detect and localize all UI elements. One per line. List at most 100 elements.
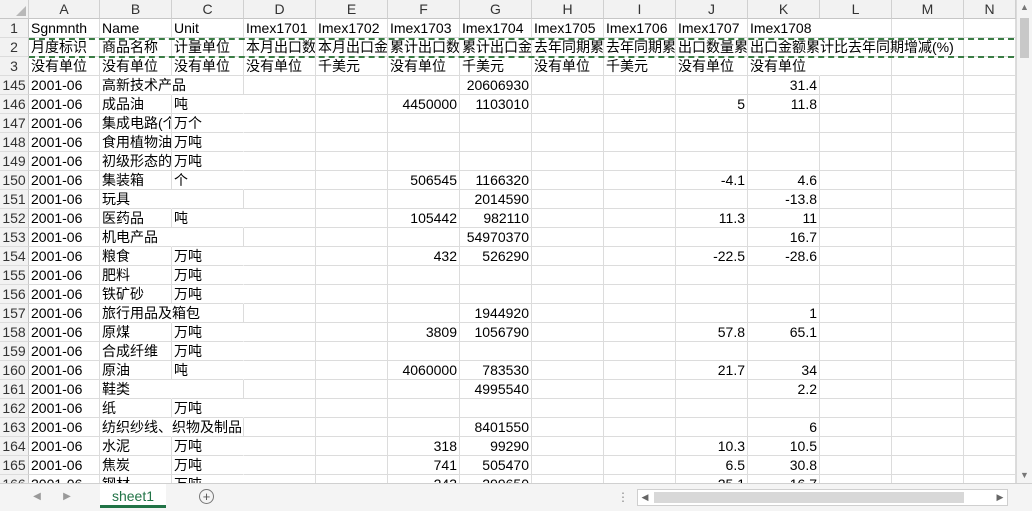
cell-m161[interactable] [892, 380, 964, 399]
cell-l152[interactable] [820, 209, 892, 228]
cell-f166[interactable]: 243 [388, 475, 460, 483]
cell-g154[interactable]: 526290 [460, 247, 532, 266]
cell-h166[interactable] [532, 475, 604, 483]
cell-a156[interactable]: 2001-06 [29, 285, 100, 304]
cell-h153[interactable] [532, 228, 604, 247]
cell-n148[interactable] [964, 133, 1016, 152]
cell-g162[interactable] [460, 399, 532, 418]
cell-m148[interactable] [892, 133, 964, 152]
cell-m145[interactable] [892, 76, 964, 95]
cell-j152[interactable]: 11.3 [676, 209, 748, 228]
cell-c158[interactable]: 万吨 [172, 323, 244, 342]
cell-h157[interactable] [532, 304, 604, 323]
cell-d1[interactable]: Imex1701 [244, 19, 316, 38]
cell-c156[interactable]: 万吨 [172, 285, 244, 304]
cell-i148[interactable] [604, 133, 676, 152]
cell-f149[interactable] [388, 152, 460, 171]
cell-c155[interactable]: 万吨 [172, 266, 244, 285]
cell-k159[interactable] [748, 342, 820, 361]
cell-g152[interactable]: 982110 [460, 209, 532, 228]
cell-g157[interactable]: 1944920 [460, 304, 532, 323]
cell-e165[interactable] [316, 456, 388, 475]
cell-f162[interactable] [388, 399, 460, 418]
cell-d165[interactable] [244, 456, 316, 475]
cell-l154[interactable] [820, 247, 892, 266]
cell-j158[interactable]: 57.8 [676, 323, 748, 342]
cell-a150[interactable]: 2001-06 [29, 171, 100, 190]
cell-b1[interactable]: Name [100, 19, 172, 38]
scroll-up-icon[interactable]: ▲ [1017, 0, 1032, 15]
cell-a157[interactable]: 2001-06 [29, 304, 100, 323]
cell-j164[interactable]: 10.3 [676, 437, 748, 456]
cell-g2[interactable]: 累计出口金 [460, 38, 532, 57]
row-number[interactable]: 2 [0, 38, 29, 57]
row-number[interactable]: 148 [0, 133, 29, 152]
cell-a153[interactable]: 2001-06 [29, 228, 100, 247]
cell-b155[interactable]: 肥料 [100, 266, 172, 285]
prev-sheet-icon[interactable]: ◀ [30, 490, 44, 504]
cell-d158[interactable] [244, 323, 316, 342]
cell-e147[interactable] [316, 114, 388, 133]
cell-k160[interactable]: 34 [748, 361, 820, 380]
cell-i147[interactable] [604, 114, 676, 133]
cell-i158[interactable] [604, 323, 676, 342]
cell-e159[interactable] [316, 342, 388, 361]
cell-k166[interactable]: 16.7 [748, 475, 820, 483]
cell-a158[interactable]: 2001-06 [29, 323, 100, 342]
cell-e146[interactable] [316, 95, 388, 114]
cell-h164[interactable] [532, 437, 604, 456]
cell-i157[interactable] [604, 304, 676, 323]
cell-l149[interactable] [820, 152, 892, 171]
cell-i165[interactable] [604, 456, 676, 475]
cell-f157[interactable] [388, 304, 460, 323]
cell-c152[interactable]: 吨 [172, 209, 244, 228]
cell-j2[interactable]: 出口数量累 [676, 38, 748, 57]
cell-j148[interactable] [676, 133, 748, 152]
cell-e166[interactable] [316, 475, 388, 483]
cell-a148[interactable]: 2001-06 [29, 133, 100, 152]
cell-j165[interactable]: 6.5 [676, 456, 748, 475]
cell-k163[interactable]: 6 [748, 418, 820, 437]
cell-m162[interactable] [892, 399, 964, 418]
cell-j166[interactable]: 25.1 [676, 475, 748, 483]
cell-l157[interactable] [820, 304, 892, 323]
cell-m158[interactable] [892, 323, 964, 342]
row-number[interactable]: 147 [0, 114, 29, 133]
scroll-left-icon[interactable]: ◀ [638, 490, 652, 505]
column-header-i[interactable]: I [604, 0, 676, 19]
cell-g164[interactable]: 99290 [460, 437, 532, 456]
cell-n147[interactable] [964, 114, 1016, 133]
cell-m146[interactable] [892, 95, 964, 114]
cell-d145[interactable] [244, 76, 316, 95]
cell-d156[interactable] [244, 285, 316, 304]
cell-d149[interactable] [244, 152, 316, 171]
cell-f1[interactable]: Imex1703 [388, 19, 460, 38]
cell-g147[interactable] [460, 114, 532, 133]
column-header-d[interactable]: D [244, 0, 316, 19]
cell-j161[interactable] [676, 380, 748, 399]
cell-c147[interactable]: 万个 [172, 114, 244, 133]
cell-d164[interactable] [244, 437, 316, 456]
cell-n161[interactable] [964, 380, 1016, 399]
cell-h165[interactable] [532, 456, 604, 475]
cell-c154[interactable]: 万吨 [172, 247, 244, 266]
cell-b157[interactable]: 旅行用品及箱包 [100, 304, 200, 323]
cell-a163[interactable]: 2001-06 [29, 418, 100, 437]
cell-n160[interactable] [964, 361, 1016, 380]
cell-k3[interactable]: 没有单位 [748, 57, 820, 76]
column-header-n[interactable]: N [964, 0, 1016, 19]
add-sheet-icon[interactable]: + [199, 489, 214, 504]
cell-i1[interactable]: Imex1706 [604, 19, 676, 38]
cell-n145[interactable] [964, 76, 1016, 95]
cell-c150[interactable]: 个 [172, 171, 244, 190]
cell-m166[interactable] [892, 475, 964, 483]
cell-e158[interactable] [316, 323, 388, 342]
cell-b3[interactable]: 没有单位 [100, 57, 172, 76]
cell-i164[interactable] [604, 437, 676, 456]
cell-n152[interactable] [964, 209, 1016, 228]
cell-k145[interactable]: 31.4 [748, 76, 820, 95]
cell-f146[interactable]: 4450000 [388, 95, 460, 114]
cell-c153[interactable] [172, 228, 244, 247]
cell-b151[interactable]: 玩具 [100, 190, 172, 209]
cell-h160[interactable] [532, 361, 604, 380]
